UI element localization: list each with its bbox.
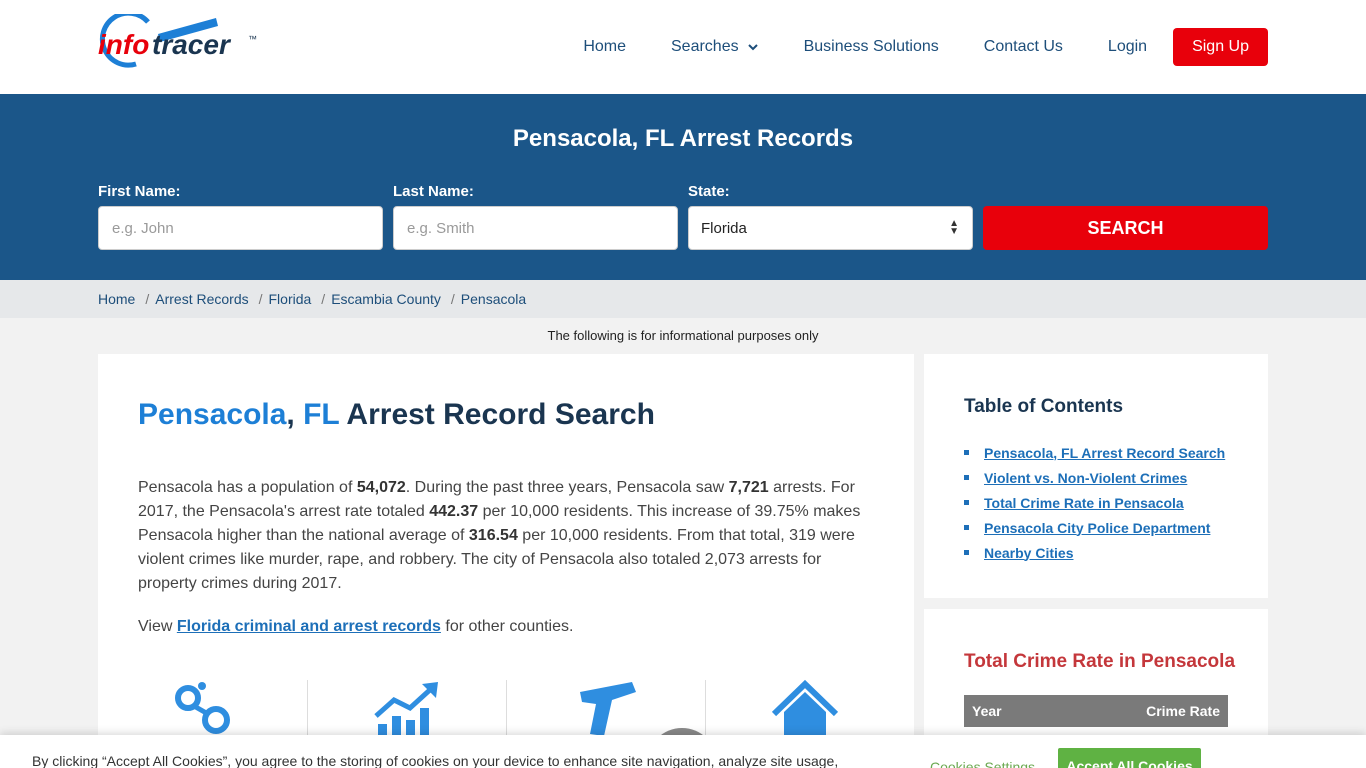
main-content-card: Pensacola, FL Arrest Record Search Pensa…: [98, 354, 914, 768]
title-comma: ,: [286, 398, 304, 431]
toc-link[interactable]: Pensacola, FL Arrest Record Search: [984, 445, 1225, 461]
breadcrumb-separator: /: [450, 291, 455, 307]
main-nav: Home Searches Business Solutions Contact…: [538, 28, 1268, 66]
svg-text:™: ™: [248, 34, 257, 44]
bullet-icon: [964, 525, 969, 530]
breadcrumb: Home / Arrest Records / Florida / Escamb…: [0, 280, 1366, 318]
list-item: Total Crime Rate in Pensacola: [964, 490, 1225, 515]
cookie-banner: By clicking “Accept All Cookies”, you ag…: [0, 735, 1366, 768]
toc-list: Pensacola, FL Arrest Record Search Viole…: [964, 440, 1225, 565]
toc-title: Table of Contents: [964, 396, 1124, 417]
nav-login[interactable]: Login: [1108, 38, 1147, 56]
nav-home[interactable]: Home: [583, 38, 626, 56]
toc-link[interactable]: Pensacola City Police Department: [984, 520, 1210, 536]
select-arrows-icon: ▲ ▼: [949, 218, 959, 237]
breadcrumb-separator: /: [258, 291, 263, 307]
nav-business-solutions[interactable]: Business Solutions: [804, 38, 939, 56]
arrest-rate-value: 442.37: [429, 503, 479, 520]
list-item: Nearby Cities: [964, 540, 1225, 565]
page-title: Pensacola, FL Arrest Records: [512, 125, 854, 152]
search-button[interactable]: SEARCH: [983, 206, 1268, 250]
view-prefix: View: [138, 618, 177, 635]
list-item: Violent vs. Non-Violent Crimes: [964, 465, 1225, 490]
breadcrumb-separator: /: [145, 291, 150, 307]
cookie-settings-button[interactable]: Cookies Settings: [930, 759, 1035, 768]
svg-text:info: info: [98, 29, 149, 60]
breadcrumb-arrest-records[interactable]: Arrest Records: [155, 291, 248, 307]
bullet-icon: [964, 500, 969, 505]
last-name-input[interactable]: e.g. Smith: [393, 206, 678, 250]
infotracer-logo[interactable]: info tracer ™: [98, 14, 263, 80]
title-rest: Arrest Record Search: [339, 398, 655, 431]
accept-cookies-button[interactable]: Accept All Cookies: [1058, 748, 1201, 768]
population-value: 54,072: [356, 479, 406, 496]
col-year: Year: [972, 703, 1002, 719]
title-state: FL: [303, 398, 340, 431]
crime-rate-title: Total Crime Rate in Pensacola: [964, 651, 1236, 672]
intro-paragraph: Pensacola has a population of 54,072. Du…: [138, 476, 868, 596]
list-item: Pensacola City Police Department: [964, 515, 1225, 540]
breadcrumb-florida[interactable]: Florida: [269, 291, 312, 307]
national-average-value: 316.54: [468, 527, 518, 544]
first-name-input[interactable]: e.g. John: [98, 206, 383, 250]
nav-contact-us[interactable]: Contact Us: [984, 38, 1063, 56]
breadcrumb-separator: /: [321, 291, 326, 307]
toc-link[interactable]: Total Crime Rate in Pensacola: [984, 495, 1184, 511]
florida-records-link[interactable]: Florida criminal and arrest records: [177, 618, 441, 635]
nav-searches-label: Searches: [671, 38, 739, 55]
bullet-icon: [964, 475, 969, 480]
cookie-text: By clicking “Accept All Cookies”, you ag…: [32, 753, 839, 768]
sign-up-button[interactable]: Sign Up: [1173, 28, 1268, 66]
arrests-value: 7,721: [728, 479, 769, 496]
list-item: Pensacola, FL Arrest Record Search: [964, 440, 1225, 465]
view-records-line: View Florida criminal and arrest records…: [138, 618, 573, 636]
para-text: . During the past three years, Pensacola…: [405, 479, 729, 496]
crime-rate-table-header: Year Crime Rate: [964, 695, 1228, 727]
state-select-value: Florida: [701, 219, 747, 237]
para-text: Pensacola has a population of: [138, 479, 357, 496]
first-name-label: First Name:: [98, 183, 181, 200]
breadcrumb-home[interactable]: Home: [98, 291, 135, 307]
informational-note: The following is for informational purpo…: [547, 328, 819, 343]
search-hero: Pensacola, FL Arrest Records First Name:…: [0, 94, 1366, 280]
site-header: info tracer ™ Home Searches Business Sol…: [0, 0, 1366, 94]
state-label: State:: [688, 183, 730, 200]
bullet-icon: [964, 550, 969, 555]
col-crime-rate: Crime Rate: [1146, 703, 1220, 719]
bullet-icon: [964, 450, 969, 455]
breadcrumb-pensacola[interactable]: Pensacola: [461, 291, 526, 307]
view-suffix: for other counties.: [440, 618, 574, 635]
title-city: Pensacola: [138, 398, 287, 431]
chevron-down-icon: [747, 44, 758, 51]
nav-searches[interactable]: Searches: [671, 38, 759, 56]
toc-link[interactable]: Violent vs. Non-Violent Crimes: [984, 470, 1187, 486]
toc-link[interactable]: Nearby Cities: [984, 545, 1073, 561]
section-title: Pensacola, FL Arrest Record Search: [138, 398, 655, 432]
state-select[interactable]: Florida ▲ ▼: [688, 206, 973, 250]
svg-text:tracer: tracer: [152, 29, 232, 60]
last-name-label: Last Name:: [393, 183, 474, 200]
breadcrumb-escambia-county[interactable]: Escambia County: [331, 291, 441, 307]
table-of-contents-card: Table of Contents Pensacola, FL Arrest R…: [924, 354, 1268, 598]
